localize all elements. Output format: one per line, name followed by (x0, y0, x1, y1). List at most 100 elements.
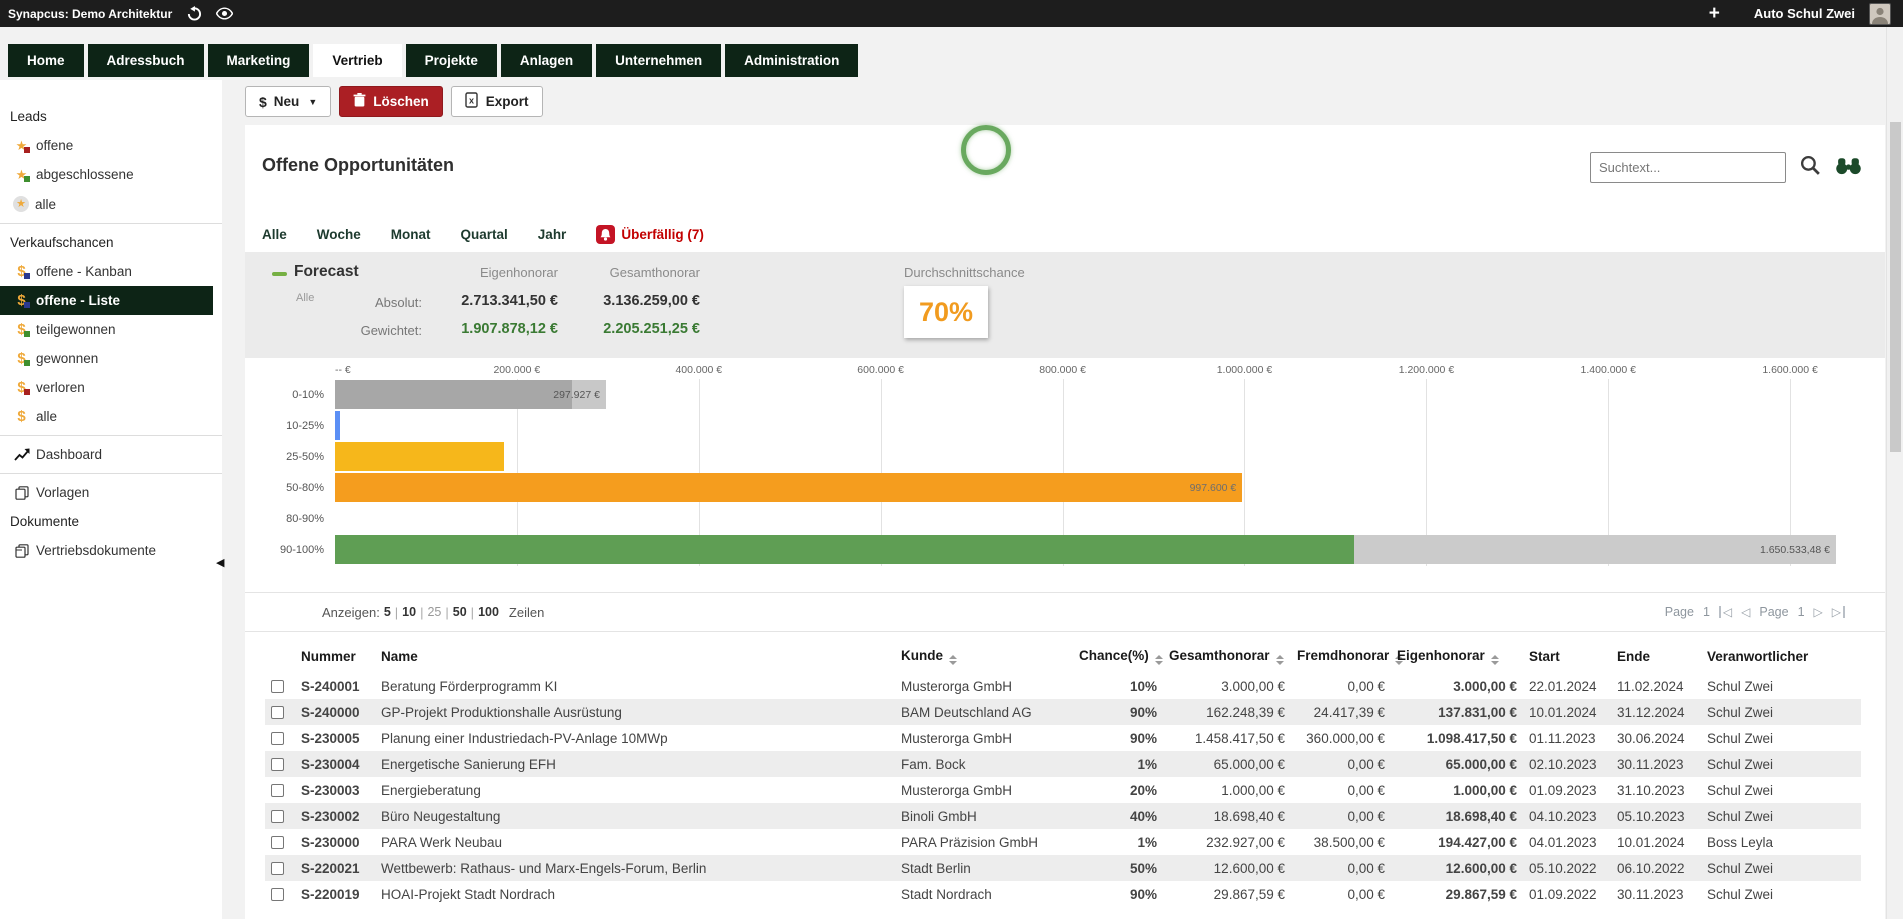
sidebar-item-offene-liste[interactable]: $ offene - Liste (0, 286, 213, 315)
col-name[interactable]: Name (375, 640, 895, 673)
search-icon[interactable] (1799, 154, 1822, 182)
previous-page-icon[interactable]: ◁ (1741, 606, 1750, 618)
chart-bar[interactable]: 1.650.533,48 € (335, 535, 1836, 564)
cell-nummer[interactable]: S-230003 (295, 777, 375, 803)
tab-adressbuch[interactable]: Adressbuch (88, 44, 204, 77)
user-name[interactable]: Auto Schul Zwei (1754, 6, 1855, 21)
table-row[interactable]: S-230002 Büro Neugestaltung Binoli GmbH … (265, 803, 1861, 829)
export-button[interactable]: x Export (451, 86, 543, 117)
cell-name[interactable]: Büro Neugestaltung (375, 803, 895, 829)
col-chance[interactable]: Chance(%) (1073, 640, 1163, 673)
sidebar-item-leads-offene[interactable]: ★ offene (0, 131, 222, 160)
cell-nummer[interactable]: S-230000 (295, 829, 375, 855)
tab-projekte[interactable]: Projekte (406, 44, 497, 77)
page-size-100[interactable]: 100 (478, 605, 499, 619)
filter-alle[interactable]: Alle (262, 227, 287, 242)
cell-nummer[interactable]: S-240000 (295, 699, 375, 725)
row-checkbox[interactable] (271, 862, 284, 875)
cell-name[interactable]: Beratung Förderprogramm KI (375, 673, 895, 699)
scrollbar-thumb[interactable] (1890, 122, 1901, 452)
sidebar-item-leads-abgeschlossene[interactable]: ★ abgeschlossene (0, 160, 222, 189)
last-page-icon[interactable]: ▷ (1832, 606, 1845, 618)
search-input[interactable] (1590, 152, 1786, 183)
filter-monat[interactable]: Monat (391, 227, 431, 242)
collapse-minus-icon[interactable] (272, 272, 287, 276)
cell-nummer[interactable]: S-230005 (295, 725, 375, 751)
table-row[interactable]: S-220019 HOAI-Projekt Stadt Nordrach Sta… (265, 881, 1861, 907)
row-checkbox[interactable] (271, 706, 284, 719)
table-row[interactable]: S-220021 Wettbewerb: Rathaus- und Marx-E… (265, 855, 1861, 881)
chart-bar[interactable] (335, 442, 504, 471)
col-verantwortlicher[interactable]: Veranwortlicher (1701, 640, 1861, 673)
cell-nummer[interactable]: S-240001 (295, 673, 375, 699)
sidebar-item-dashboard[interactable]: Dashboard (0, 440, 222, 469)
cell-nummer[interactable]: S-220019 (295, 881, 375, 907)
sidebar-item-leads-alle[interactable]: ★ alle (0, 189, 222, 219)
cell-nummer[interactable]: S-230002 (295, 803, 375, 829)
filter-quartal[interactable]: Quartal (461, 227, 508, 242)
cell-name[interactable]: Energieberatung (375, 777, 895, 803)
table-row[interactable]: S-240000 GP-Projekt Produktionshalle Aus… (265, 699, 1861, 725)
row-checkbox[interactable] (271, 784, 284, 797)
sidebar-collapse-icon[interactable]: ◀ (216, 556, 224, 569)
sidebar-item-vorlagen[interactable]: Vorlagen (0, 478, 222, 507)
cell-name[interactable]: Planung einer Industriedach-PV-Anlage 10… (375, 725, 895, 751)
filter-woche[interactable]: Woche (317, 227, 361, 242)
chart-bar[interactable]: 997.600 € (335, 473, 1242, 502)
page-size-10[interactable]: 10 (402, 605, 416, 619)
tab-unternehmen[interactable]: Unternehmen (596, 44, 721, 77)
col-nummer[interactable]: Nummer (295, 640, 375, 673)
cell-nummer[interactable]: S-220021 (295, 855, 375, 881)
tab-anlagen[interactable]: Anlagen (501, 44, 592, 77)
add-icon[interactable]: + (1709, 4, 1720, 23)
sidebar-item-vertriebsdokumente[interactable]: Vertriebsdokumente (0, 536, 222, 565)
col-fremdhonorar[interactable]: Fremdhonorar (1291, 640, 1391, 673)
row-checkbox[interactable] (271, 758, 284, 771)
table-row[interactable]: S-230005 Planung einer Industriedach-PV-… (265, 725, 1861, 751)
col-eigenhonorar[interactable]: Eigenhonorar (1391, 640, 1523, 673)
page-size-50[interactable]: 50 (453, 605, 467, 619)
eye-icon[interactable] (216, 7, 233, 20)
filter-jahr[interactable]: Jahr (538, 227, 567, 242)
page-size-25[interactable]: 25 (427, 605, 441, 619)
row-checkbox[interactable] (271, 810, 284, 823)
chart-bar[interactable]: 297.927 € (335, 380, 606, 409)
first-page-icon[interactable]: ◁ (1719, 606, 1732, 618)
cell-name[interactable]: Wettbewerb: Rathaus- und Marx-Engels-For… (375, 855, 895, 881)
col-gesamthonorar[interactable]: Gesamthonorar (1163, 640, 1291, 673)
cell-name[interactable]: HOAI-Projekt Stadt Nordrach (375, 881, 895, 907)
cell-name[interactable]: PARA Werk Neubau (375, 829, 895, 855)
col-ende[interactable]: Ende (1611, 640, 1701, 673)
sidebar-item-chancen-alle[interactable]: $ alle (0, 402, 222, 431)
table-row[interactable]: S-240001 Beratung Förderprogramm KI Must… (265, 673, 1861, 699)
new-button[interactable]: $ Neu ▼ (245, 86, 331, 117)
col-kunde[interactable]: Kunde (895, 640, 1073, 673)
advanced-search-icon[interactable] (1835, 156, 1862, 180)
undo-icon[interactable] (186, 6, 202, 21)
table-row[interactable]: S-230004 Energetische Sanierung EFH Fam.… (265, 751, 1861, 777)
sort-icon[interactable] (1276, 655, 1284, 665)
tab-marketing[interactable]: Marketing (208, 44, 310, 77)
row-checkbox[interactable] (271, 680, 284, 693)
tab-vertrieb[interactable]: Vertrieb (313, 44, 401, 77)
sort-icon[interactable] (949, 655, 957, 665)
sort-icon[interactable] (1155, 655, 1163, 665)
row-checkbox[interactable] (271, 836, 284, 849)
sidebar-item-gewonnen[interactable]: $ gewonnen (0, 344, 222, 373)
chart-bar[interactable] (335, 411, 340, 440)
table-row[interactable]: S-230000 PARA Werk Neubau PARA Präzision… (265, 829, 1861, 855)
avatar[interactable] (1869, 3, 1891, 25)
row-checkbox[interactable] (271, 888, 284, 901)
cell-nummer[interactable]: S-230004 (295, 751, 375, 777)
row-checkbox[interactable] (271, 732, 284, 745)
tab-home[interactable]: Home (8, 44, 84, 77)
tab-administration[interactable]: Administration (725, 44, 858, 77)
sort-icon[interactable] (1491, 655, 1499, 665)
page-input[interactable]: 1 (1798, 605, 1805, 619)
table-row[interactable]: S-230003 Energieberatung Musterorga GmbH… (265, 777, 1861, 803)
col-start[interactable]: Start (1523, 640, 1611, 673)
next-page-icon[interactable]: ▷ (1814, 606, 1823, 618)
filter-ueberfaellig[interactable]: Überfällig (7) (596, 225, 704, 244)
sidebar-item-verloren[interactable]: $ verloren (0, 373, 222, 402)
sidebar-item-offene-kanban[interactable]: $ offene - Kanban (0, 257, 222, 286)
